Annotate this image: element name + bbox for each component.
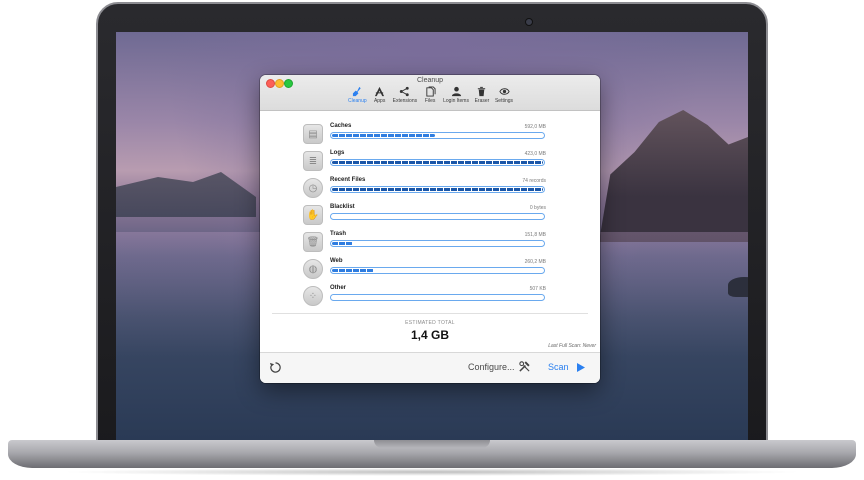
progress-bar: [330, 186, 545, 193]
item-size: 423,0 MB: [524, 151, 546, 157]
tab-label: Login Items: [443, 98, 469, 104]
estimated-total-value: 1,4 GB: [410, 328, 449, 342]
trash-icon: 🗑: [303, 232, 323, 252]
list-item-recent-files[interactable]: ◷ Recent Files 74 records: [303, 177, 549, 201]
reset-icon[interactable]: [269, 361, 282, 374]
titlebar: Cleanup Cleanup Apps Extensions Files Lo…: [260, 75, 600, 111]
item-name: Caches: [330, 123, 352, 129]
item-size: 507 KB: [529, 286, 546, 292]
progress-fill: [332, 188, 543, 191]
window-title: Cleanup: [416, 77, 444, 84]
logs-icon: ≣: [303, 151, 323, 171]
progress-fill: [332, 134, 435, 137]
cache-icon: ▤: [303, 124, 323, 144]
progress-bar: [330, 240, 545, 247]
progress-bar: [330, 132, 545, 139]
item-size: 151,8 MB: [524, 232, 546, 238]
tab-eraser[interactable]: Eraser: [474, 86, 490, 108]
list-item-trash[interactable]: 🗑 Trash 151,8 MB: [303, 231, 549, 255]
files-icon: [425, 86, 436, 97]
progress-bar: [330, 294, 545, 301]
divider: [272, 313, 588, 314]
tab-label: Extensions: [392, 98, 418, 104]
toolbar: Cleanup Apps Extensions Files Login Item…: [348, 86, 513, 108]
last-scan-text: Last Full Scan: Never: [548, 343, 596, 349]
progress-fill: [332, 242, 353, 245]
list-item-web[interactable]: ◍ Web 260,2 MB: [303, 258, 549, 282]
tools-icon[interactable]: [518, 360, 531, 373]
progress-bar: [330, 267, 545, 274]
tab-login-items[interactable]: Login Items: [443, 86, 469, 108]
list-item-logs[interactable]: ≣ Logs 423,0 MB: [303, 150, 549, 174]
wallpaper-mountain: [116, 172, 256, 217]
globe-icon: ◍: [303, 259, 323, 279]
progress-bar: [330, 213, 545, 220]
wallpaper-island: [598, 110, 748, 242]
tab-cleanup[interactable]: Cleanup: [348, 86, 367, 108]
person-icon: [451, 86, 461, 97]
progress-bar: [330, 159, 545, 166]
footer-bar: Configure... Scan: [260, 352, 600, 383]
scan-button[interactable]: Scan: [548, 362, 569, 372]
apps-icon: [375, 86, 385, 97]
item-size: 260,2 MB: [524, 259, 546, 265]
progress-fill: [332, 161, 543, 164]
tab-label: Settings: [494, 98, 514, 104]
laptop-notch: [374, 440, 490, 448]
tab-label: Cleanup: [348, 98, 367, 104]
play-icon[interactable]: [577, 363, 585, 372]
tab-apps[interactable]: Apps: [372, 86, 388, 108]
item-size: 592,0 MB: [524, 124, 546, 130]
tab-files[interactable]: Files: [422, 86, 438, 108]
list-item-caches[interactable]: ▤ Caches 592,0 MB: [303, 123, 549, 147]
estimated-total-label: ESTIMATED TOTAL: [405, 320, 455, 326]
other-icon: ⁘: [303, 286, 323, 306]
tab-extensions[interactable]: Extensions: [393, 86, 417, 108]
laptop-base: [8, 440, 856, 468]
cleanup-window: Cleanup Cleanup Apps Extensions Files Lo…: [260, 75, 600, 383]
clock-icon: ◷: [303, 178, 323, 198]
share-icon: [400, 86, 410, 97]
eye-icon: [498, 88, 510, 95]
item-name: Recent Files: [330, 177, 366, 183]
item-size: 0 bytes: [529, 205, 546, 211]
item-name: Trash: [330, 231, 347, 237]
wallpaper-rock: [728, 277, 748, 297]
tab-label: Files: [424, 98, 436, 104]
progress-fill: [332, 269, 374, 272]
tab-label: Apps: [373, 98, 386, 104]
list-item-other[interactable]: ⁘ Other 507 KB: [303, 285, 549, 309]
item-size: 74 records: [522, 178, 546, 184]
tab-settings[interactable]: Settings: [495, 86, 513, 108]
tab-label: Eraser: [474, 98, 490, 104]
trash-icon: [478, 86, 486, 97]
item-name: Other: [330, 285, 347, 291]
item-name: Blacklist: [330, 204, 355, 210]
broom-icon: [352, 86, 361, 97]
camera: [525, 18, 533, 26]
blacklist-icon: ✋: [303, 205, 323, 225]
item-name: Web: [330, 258, 343, 264]
configure-button[interactable]: Configure...: [468, 362, 515, 372]
laptop-shadow: [60, 468, 804, 476]
item-name: Logs: [330, 150, 345, 156]
list-item-blacklist[interactable]: ✋ Blacklist 0 bytes: [303, 204, 549, 228]
